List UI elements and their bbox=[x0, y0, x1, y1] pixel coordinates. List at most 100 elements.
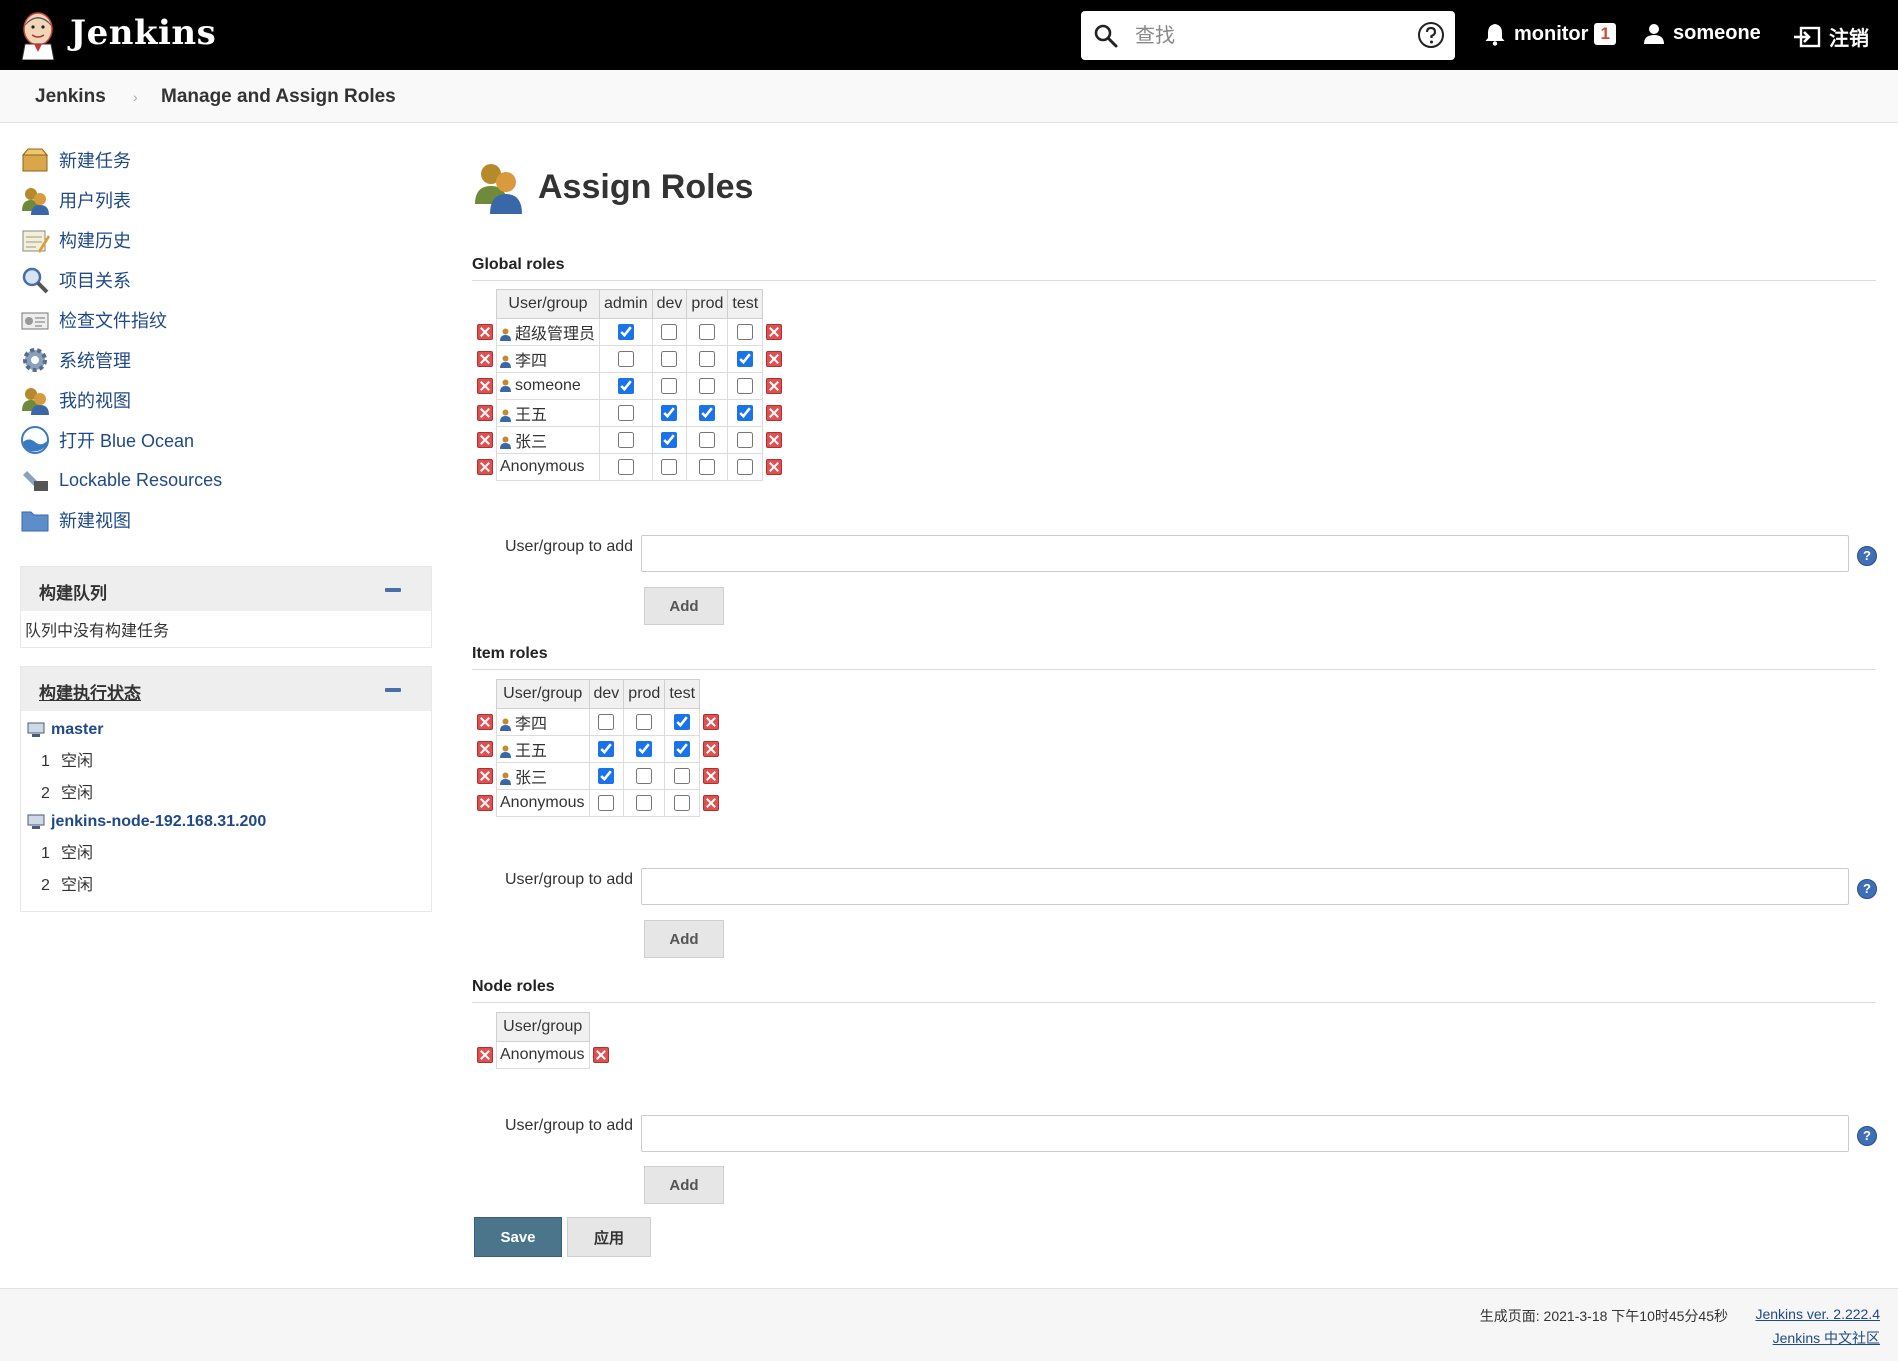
role-checkbox[interactable] bbox=[699, 350, 716, 367]
role-checkbox[interactable] bbox=[674, 713, 691, 730]
sidebar-item[interactable]: Lockable Resources bbox=[20, 460, 420, 500]
role-checkbox[interactable] bbox=[617, 350, 634, 367]
delete-icon[interactable] bbox=[477, 404, 493, 421]
role-checkbox[interactable] bbox=[617, 458, 634, 475]
delete-icon[interactable] bbox=[766, 431, 783, 448]
role-checkbox[interactable] bbox=[674, 740, 691, 757]
role-checkbox[interactable] bbox=[737, 377, 754, 394]
sidebar-item[interactable]: 用户列表 bbox=[20, 180, 420, 220]
sidebar-item[interactable]: 打开 Blue Ocean bbox=[20, 420, 420, 460]
role-checkbox[interactable] bbox=[636, 740, 653, 757]
executor-node-name[interactable]: jenkins-node-192.168.31.200 bbox=[51, 813, 266, 831]
delete-icon[interactable] bbox=[592, 1046, 609, 1063]
sidebar-item-label[interactable]: 构建历史 bbox=[59, 227, 131, 253]
sidebar-item[interactable]: 我的视图 bbox=[20, 380, 420, 420]
sidebar-item[interactable]: 检查文件指纹 bbox=[20, 300, 420, 340]
sidebar-item-label[interactable]: 系统管理 bbox=[59, 347, 131, 373]
role-checkbox[interactable] bbox=[737, 323, 754, 340]
role-checkbox[interactable] bbox=[674, 767, 691, 784]
delete-icon[interactable] bbox=[703, 713, 720, 730]
role-checkbox[interactable] bbox=[737, 458, 754, 475]
role-checkbox[interactable] bbox=[699, 404, 716, 421]
role-checkbox[interactable] bbox=[699, 431, 716, 448]
help-icon[interactable]: ? bbox=[1857, 1126, 1877, 1146]
sidebar-item-label[interactable]: 新建视图 bbox=[59, 507, 131, 533]
role-checkbox[interactable] bbox=[661, 350, 678, 367]
executor-node[interactable]: master bbox=[27, 721, 431, 739]
delete-icon[interactable] bbox=[766, 458, 783, 475]
collapse-icon[interactable] bbox=[385, 588, 401, 592]
sidebar-item-label[interactable]: 我的视图 bbox=[59, 387, 131, 413]
delete-icon[interactable] bbox=[703, 767, 720, 784]
help-icon[interactable] bbox=[1417, 21, 1445, 49]
monitor-link[interactable]: monitor 1 bbox=[1484, 22, 1616, 46]
role-checkbox[interactable] bbox=[699, 377, 716, 394]
delete-icon[interactable] bbox=[477, 767, 493, 784]
executors-title[interactable]: 构建执行状态 bbox=[39, 679, 141, 704]
role-checkbox[interactable] bbox=[598, 740, 615, 757]
delete-icon[interactable] bbox=[477, 458, 493, 475]
delete-icon[interactable] bbox=[766, 377, 783, 394]
sidebar-item-label[interactable]: 项目关系 bbox=[59, 267, 131, 293]
role-checkbox[interactable] bbox=[661, 404, 678, 421]
help-icon[interactable]: ? bbox=[1857, 546, 1877, 566]
node-add-input[interactable] bbox=[641, 1115, 1849, 1152]
app-name[interactable]: Jenkins bbox=[70, 13, 216, 53]
sidebar-item[interactable]: 构建历史 bbox=[20, 220, 420, 260]
breadcrumb-root[interactable]: Jenkins bbox=[35, 86, 106, 108]
user-link[interactable]: someone bbox=[1643, 22, 1761, 45]
executor-node-name[interactable]: master bbox=[51, 721, 103, 739]
sidebar-item[interactable]: 新建任务 bbox=[20, 140, 420, 180]
role-checkbox[interactable] bbox=[617, 323, 634, 340]
role-checkbox[interactable] bbox=[737, 431, 754, 448]
collapse-icon[interactable] bbox=[385, 688, 401, 692]
role-checkbox[interactable] bbox=[598, 767, 615, 784]
delete-icon[interactable] bbox=[703, 794, 720, 811]
role-checkbox[interactable] bbox=[699, 458, 716, 475]
build-queue-title[interactable]: 构建队列 bbox=[39, 579, 107, 604]
community-link[interactable]: Jenkins 中文社区 bbox=[1773, 1328, 1880, 1348]
global-add-input[interactable] bbox=[641, 535, 1849, 572]
delete-icon[interactable] bbox=[477, 794, 493, 811]
sidebar-item-label[interactable]: 检查文件指纹 bbox=[59, 307, 167, 333]
item-add-input[interactable] bbox=[641, 868, 1849, 905]
sidebar-item[interactable]: 系统管理 bbox=[20, 340, 420, 380]
delete-icon[interactable] bbox=[766, 323, 783, 340]
delete-icon[interactable] bbox=[477, 1046, 493, 1063]
role-checkbox[interactable] bbox=[737, 404, 754, 421]
role-checkbox[interactable] bbox=[661, 431, 678, 448]
help-icon[interactable]: ? bbox=[1857, 879, 1877, 899]
breadcrumb-current[interactable]: Manage and Assign Roles bbox=[161, 86, 396, 108]
sidebar-item-label[interactable]: 用户列表 bbox=[59, 187, 131, 213]
sidebar-item-label[interactable]: Lockable Resources bbox=[59, 470, 222, 491]
sidebar-item[interactable]: 新建视图 bbox=[20, 500, 420, 540]
sidebar-item-label[interactable]: 打开 Blue Ocean bbox=[59, 427, 194, 453]
save-button[interactable]: Save bbox=[474, 1217, 562, 1257]
role-checkbox[interactable] bbox=[737, 350, 754, 367]
delete-icon[interactable] bbox=[477, 377, 493, 394]
role-checkbox[interactable] bbox=[617, 404, 634, 421]
role-checkbox[interactable] bbox=[598, 713, 615, 730]
executor-node[interactable]: jenkins-node-192.168.31.200 bbox=[27, 813, 431, 831]
search-input[interactable] bbox=[1133, 21, 1407, 51]
delete-icon[interactable] bbox=[477, 323, 493, 340]
role-checkbox[interactable] bbox=[636, 767, 653, 784]
sidebar-item[interactable]: 项目关系 bbox=[20, 260, 420, 300]
role-checkbox[interactable] bbox=[661, 458, 678, 475]
role-checkbox[interactable] bbox=[661, 377, 678, 394]
role-checkbox[interactable] bbox=[598, 794, 615, 811]
role-checkbox[interactable] bbox=[674, 794, 691, 811]
delete-icon[interactable] bbox=[766, 404, 783, 421]
delete-icon[interactable] bbox=[477, 713, 493, 730]
role-checkbox[interactable] bbox=[617, 377, 634, 394]
logout-link[interactable]: 注销 bbox=[1793, 22, 1869, 51]
delete-icon[interactable] bbox=[766, 350, 783, 367]
node-add-button[interactable]: Add bbox=[644, 1166, 724, 1204]
role-checkbox[interactable] bbox=[617, 431, 634, 448]
sidebar-item-label[interactable]: 新建任务 bbox=[59, 147, 131, 173]
role-checkbox[interactable] bbox=[636, 794, 653, 811]
role-checkbox[interactable] bbox=[699, 323, 716, 340]
role-checkbox[interactable] bbox=[661, 323, 678, 340]
global-add-button[interactable]: Add bbox=[644, 587, 724, 625]
version-link[interactable]: Jenkins ver. 2.222.4 bbox=[1755, 1306, 1880, 1322]
